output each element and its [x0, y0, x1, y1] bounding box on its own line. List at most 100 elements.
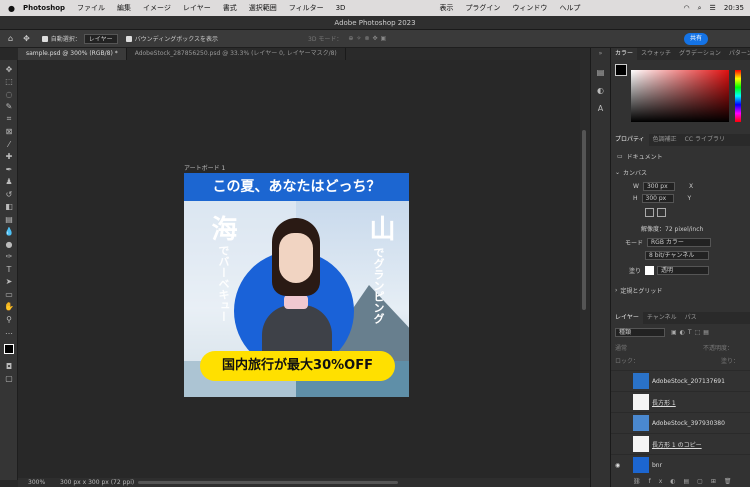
blend-mode-dropdown[interactable]: 通常: [615, 343, 673, 352]
layer-item[interactable]: 長方形 1 のコピー: [611, 433, 750, 454]
zoom-level[interactable]: 300%: [28, 478, 45, 487]
adjust-icon[interactable]: ◐: [591, 82, 610, 100]
apple-icon[interactable]: ●: [8, 4, 15, 13]
menu-file[interactable]: ファイル: [77, 3, 105, 13]
menu-help[interactable]: ヘルプ: [559, 3, 580, 13]
frame-tool-icon[interactable]: ⊠: [0, 126, 18, 139]
brush-tool-icon[interactable]: ✒: [0, 163, 18, 176]
menu-window[interactable]: ウィンドウ: [512, 3, 547, 13]
tab-patterns[interactable]: パターン: [725, 48, 750, 60]
tab-gradients[interactable]: グラデーション: [675, 48, 725, 60]
home-icon[interactable]: ⌂: [8, 34, 13, 43]
screen-mode-icon[interactable]: ▢: [0, 373, 18, 386]
hue-slider[interactable]: [735, 70, 741, 122]
menu-type[interactable]: 書式: [223, 3, 237, 13]
quick-mask-icon[interactable]: ◘: [0, 360, 18, 373]
marquee-tool-icon[interactable]: ⬚: [0, 76, 18, 89]
artboard-label[interactable]: アートボード 1: [184, 163, 225, 172]
stamp-tool-icon[interactable]: ♟: [0, 176, 18, 189]
quick-select-tool-icon[interactable]: ✎: [0, 101, 18, 114]
layer-item[interactable]: AdobeStock_397930380: [611, 412, 750, 433]
path-select-icon[interactable]: ➤: [0, 276, 18, 289]
layers-footer-icons[interactable]: ⛓fx◐▤▢⊞🗑: [633, 478, 740, 485]
foreground-color[interactable]: [615, 64, 627, 76]
share-button[interactable]: 共有: [684, 33, 708, 45]
boundingbox-checkbox[interactable]: [125, 35, 132, 42]
rectangle-tool-icon[interactable]: ▭: [0, 288, 18, 301]
pen-tool-icon[interactable]: ✑: [0, 251, 18, 264]
lasso-tool-icon[interactable]: ◌: [0, 88, 18, 101]
layer-item[interactable]: ◉ bnr: [611, 454, 750, 475]
dodge-tool-icon[interactable]: ●: [0, 238, 18, 251]
fill-label-layers: 塗り：: [721, 358, 740, 365]
gradient-tool-icon[interactable]: ▤: [0, 213, 18, 226]
menu-view[interactable]: 表示: [439, 3, 453, 13]
tab-sample[interactable]: sample.psd @ 300% (RGB/8) *: [18, 48, 127, 60]
clock[interactable]: 20:35: [724, 4, 744, 12]
layer-item[interactable]: AdobeStock_207137691: [611, 370, 750, 391]
wifi-icon[interactable]: ◠: [684, 4, 690, 12]
menu-filter[interactable]: フィルター: [289, 3, 324, 13]
menu-app[interactable]: Photoshop: [23, 4, 65, 12]
autoselect-checkbox[interactable]: [41, 35, 48, 42]
height-field[interactable]: 300 px: [641, 194, 674, 203]
tab-channels[interactable]: チャンネル: [643, 312, 681, 324]
control-center-icon[interactable]: ☰: [710, 4, 716, 12]
layer-name[interactable]: bnr: [652, 462, 662, 469]
layer-filter-dropdown[interactable]: 種類: [615, 328, 665, 337]
color-picker-field[interactable]: [631, 70, 729, 122]
filter-icons[interactable]: ▣◐T⬚▤: [671, 329, 712, 336]
eyedropper-tool-icon[interactable]: ⁄: [0, 138, 18, 151]
layer-name[interactable]: 長方形 1: [652, 398, 676, 407]
layer-name[interactable]: AdobeStock_397930380: [652, 420, 725, 427]
history-icon[interactable]: ▤: [591, 64, 610, 82]
menu-select[interactable]: 選択範囲: [249, 3, 277, 13]
tab-layers[interactable]: レイヤー: [611, 312, 643, 324]
healing-tool-icon[interactable]: ✚: [0, 151, 18, 164]
canvas-section[interactable]: ⌄ カンバス: [615, 168, 647, 177]
menu-edit[interactable]: 編集: [117, 3, 131, 13]
menu-3d[interactable]: 3D: [336, 4, 346, 12]
portrait-icon[interactable]: [645, 208, 654, 217]
hand-tool-icon[interactable]: ✋: [0, 301, 18, 314]
crop-tool-icon[interactable]: ⌗: [0, 113, 18, 126]
tab-adobestock[interactable]: AdobeStock_287856250.psd @ 33.3% (レイヤー 0…: [127, 48, 346, 60]
blur-tool-icon[interactable]: 💧: [0, 226, 18, 239]
move-tool-icon[interactable]: ✥: [23, 34, 30, 43]
search-icon[interactable]: ⌕: [698, 4, 702, 13]
zoom-tool-icon[interactable]: ⚲: [0, 313, 18, 326]
width-field[interactable]: 300 px: [642, 182, 675, 191]
move-tool-icon[interactable]: ✥: [0, 63, 18, 76]
menu-image[interactable]: イメージ: [143, 3, 171, 13]
history-brush-icon[interactable]: ↺: [0, 188, 18, 201]
align-icons[interactable]: ⊕✧⊗✥▣: [348, 35, 389, 42]
landscape-icon[interactable]: [657, 208, 666, 217]
eraser-tool-icon[interactable]: ◧: [0, 201, 18, 214]
character-icon[interactable]: A: [591, 100, 610, 118]
bitdepth-dropdown[interactable]: 8 bit/チャンネル: [645, 251, 709, 260]
menu-layer[interactable]: レイヤー: [183, 3, 211, 13]
tab-cc-libraries[interactable]: CC ライブラリ: [681, 134, 729, 146]
tab-swatches[interactable]: スウォッチ: [637, 48, 675, 60]
tab-paths[interactable]: パス: [681, 312, 701, 324]
scrollbar-thumb[interactable]: [582, 130, 586, 310]
eye-icon[interactable]: ◉: [615, 462, 620, 469]
fill-swatch[interactable]: [645, 266, 655, 275]
artboard[interactable]: この夏、あなたはどっち？ 海 でバーベキュー 山 でグランピング 国内旅行が最大…: [184, 173, 409, 397]
tab-adjustments[interactable]: 色調補正: [649, 134, 681, 146]
layer-name[interactable]: AdobeStock_207137691: [652, 378, 725, 385]
layer-item[interactable]: 長方形 1: [611, 391, 750, 412]
more-tools-icon[interactable]: …: [0, 326, 18, 339]
layer-name[interactable]: 長方形 1 のコピー: [652, 440, 702, 449]
mode-dropdown[interactable]: RGB カラー: [647, 238, 712, 247]
horizontal-scrollbar[interactable]: [138, 481, 398, 484]
menu-plugins[interactable]: プラグイン: [465, 3, 500, 13]
fill-dropdown[interactable]: 透明: [657, 266, 710, 275]
tab-color[interactable]: カラー: [611, 48, 638, 60]
collapse-icon[interactable]: »: [591, 48, 610, 60]
guides-section[interactable]: › 定規とグリッド: [615, 286, 662, 295]
tab-properties[interactable]: プロパティ: [611, 134, 649, 146]
type-tool-icon[interactable]: T: [0, 263, 18, 276]
color-swatch-icon[interactable]: [0, 338, 18, 360]
autoselect-dropdown[interactable]: レイヤー: [83, 33, 118, 44]
